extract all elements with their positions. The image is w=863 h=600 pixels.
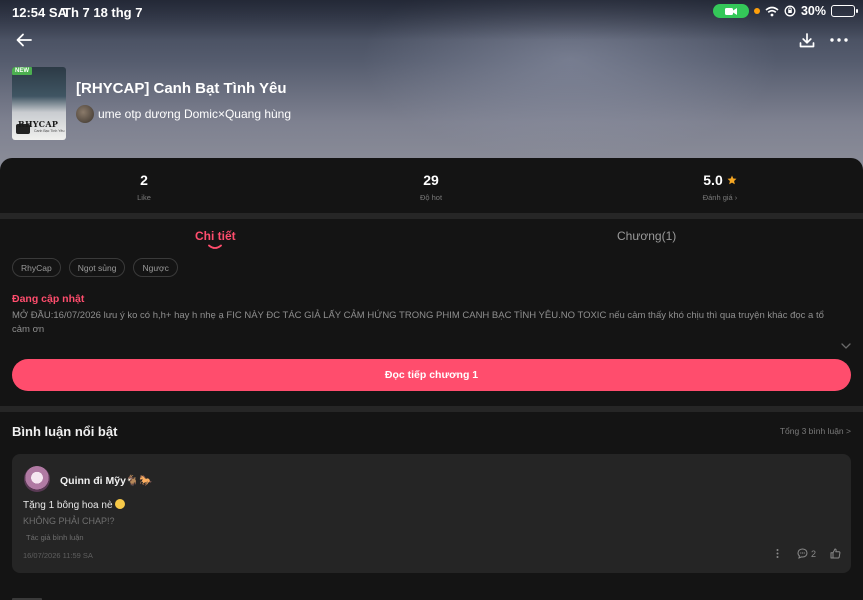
author-avatar xyxy=(76,105,94,123)
tag-list: RhyCap Ngọt sủng Ngược xyxy=(12,258,178,277)
status-indicators: 30% xyxy=(712,4,858,18)
more-vertical-icon xyxy=(776,549,779,558)
mic-indicator-icon xyxy=(753,8,760,14)
stat-rating[interactable]: 5.0 Đánh giá › xyxy=(660,172,780,202)
tag-item[interactable]: RhyCap xyxy=(12,258,61,277)
star-icon xyxy=(727,175,737,185)
divider xyxy=(0,213,863,219)
comment-reply-count: 2 xyxy=(810,548,816,559)
smile-emoji-icon xyxy=(115,499,126,509)
status-bar: 12:54 SA Th 7 18 thg 7 30% xyxy=(0,0,863,24)
tab-active-indicator xyxy=(208,244,222,249)
new-badge: NEW xyxy=(12,67,32,75)
more-button[interactable] xyxy=(825,28,853,52)
tab-detail[interactable]: Chi tiết xyxy=(195,229,236,243)
stat-like-label: Like xyxy=(137,193,151,202)
status-date: Th 7 18 thg 7 xyxy=(63,5,143,20)
comments-title: Bình luận nổi bật xyxy=(12,424,118,439)
stat-hot-value: 29 xyxy=(423,172,439,188)
wifi-icon xyxy=(765,6,779,16)
author-name: ume otp dương Domic×Quang hùng xyxy=(98,107,292,121)
book-description: MỞ ĐẦU:16/07/2026 lưu ý ko có h,h+ hay h… xyxy=(12,310,824,335)
orientation-lock-icon xyxy=(784,5,796,17)
update-status: Đang cập nhật xyxy=(12,293,85,305)
cover-subtitle-art: Canh Bạc Tình Yêu xyxy=(34,129,65,133)
cover-title-art: RHYCAP xyxy=(18,119,59,129)
download-icon xyxy=(799,32,815,47)
comment-more-button[interactable] xyxy=(772,548,783,559)
more-horizontal-icon xyxy=(830,38,848,42)
stats-panel: 2 Like 29 Độ hot 5.0 Đánh giá › xyxy=(0,158,863,214)
comment-reply-text: KHÔNG PHẢI CHAP!? xyxy=(23,516,115,526)
comment-card[interactable]: Quinn đi Mỹy🐐🐎 Tặng 1 bông hoa nè KHÔNG … xyxy=(12,454,851,573)
tag-item[interactable]: Ngọt sủng xyxy=(68,258,126,277)
book-cover[interactable]: NEW RHYCAP Canh Bạc Tình Yêu xyxy=(12,67,66,140)
arrow-left-icon xyxy=(16,33,32,47)
read-continue-button[interactable]: Đọc tiếp chương 1 xyxy=(12,359,851,391)
tab-chapters[interactable]: Chương(1) xyxy=(617,229,676,243)
comment-bubble-icon xyxy=(797,548,808,559)
download-button[interactable] xyxy=(793,28,821,52)
comment-like-button[interactable] xyxy=(830,548,841,559)
comment-reply-button[interactable]: 2 xyxy=(797,548,816,559)
comment-text-row: Tặng 1 bông hoa nè xyxy=(23,499,126,511)
stat-hot: 29 Độ hot xyxy=(371,172,491,202)
stat-hot-label: Độ hot xyxy=(419,193,443,202)
author-row[interactable]: ume otp dương Domic×Quang hùng xyxy=(76,105,291,123)
comment-username[interactable]: Quinn đi Mỹy🐐🐎 xyxy=(60,474,152,487)
chevron-down-icon[interactable] xyxy=(840,341,852,351)
comment-text: Tặng 1 bông hoa nè xyxy=(23,500,113,511)
stat-rating-value-row: 5.0 xyxy=(660,172,780,188)
avatar[interactable] xyxy=(24,466,50,492)
stat-like-value: 2 xyxy=(140,172,148,188)
comment-date: 16/07/2026 11:59 SA xyxy=(23,551,93,560)
author-reply-tag: Tác giả bình luận xyxy=(26,533,84,542)
details-panel: Chi tiết Chương(1) RhyCap Ngọt sủng Ngượ… xyxy=(0,220,863,406)
book-title: [RHYCAP] Canh Bạt Tình Yêu xyxy=(76,80,287,97)
battery-icon xyxy=(831,5,858,17)
comments-total-link[interactable]: Tổng 3 bình luận > xyxy=(780,426,851,436)
stat-like: 2 Like xyxy=(84,172,204,202)
battery-percent: 30% xyxy=(800,4,826,18)
comment-actions: 2 xyxy=(772,548,841,559)
thumbs-up-icon xyxy=(830,548,841,559)
status-time: 12:54 SA xyxy=(12,5,67,20)
stat-rating-value: 5.0 xyxy=(703,172,723,188)
camera-indicator-icon xyxy=(712,4,749,18)
comments-section: Bình luận nổi bật Tổng 3 bình luận > Qui… xyxy=(0,412,863,600)
tag-item[interactable]: Ngược xyxy=(133,258,178,277)
back-button[interactable] xyxy=(10,28,38,52)
stat-rating-label: Đánh giá › xyxy=(702,193,738,202)
